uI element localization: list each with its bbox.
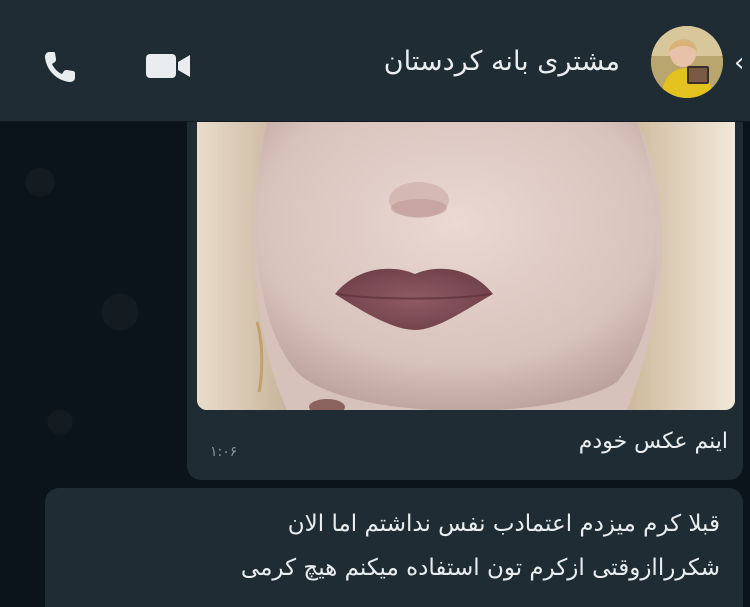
contact-avatar[interactable] — [651, 26, 723, 98]
video-camera-icon — [146, 54, 190, 78]
back-arrow-icon[interactable]: ‹ — [734, 50, 750, 76]
contact-name[interactable]: مشتری بانه کردستان — [300, 40, 620, 84]
message-text-line: شکرراازوقتی ازکرم تون استفاده میکنم هیچ … — [240, 555, 720, 581]
chat-header: مشتری بانه کردستان ‹ — [0, 0, 750, 122]
message-timestamp: ۱:۰۶ — [210, 444, 238, 460]
video-call-button[interactable] — [142, 48, 194, 84]
photo-image — [197, 122, 735, 410]
voice-call-button[interactable] — [40, 46, 84, 86]
message-text-line: قبلا کرم میزدم اعتمادب نفس نداشتم اما ال… — [287, 511, 720, 537]
image-caption: اینم عکس خودم — [578, 429, 728, 454]
avatar-image — [651, 26, 723, 98]
message-photo[interactable] — [197, 122, 735, 410]
phone-icon — [45, 52, 75, 82]
